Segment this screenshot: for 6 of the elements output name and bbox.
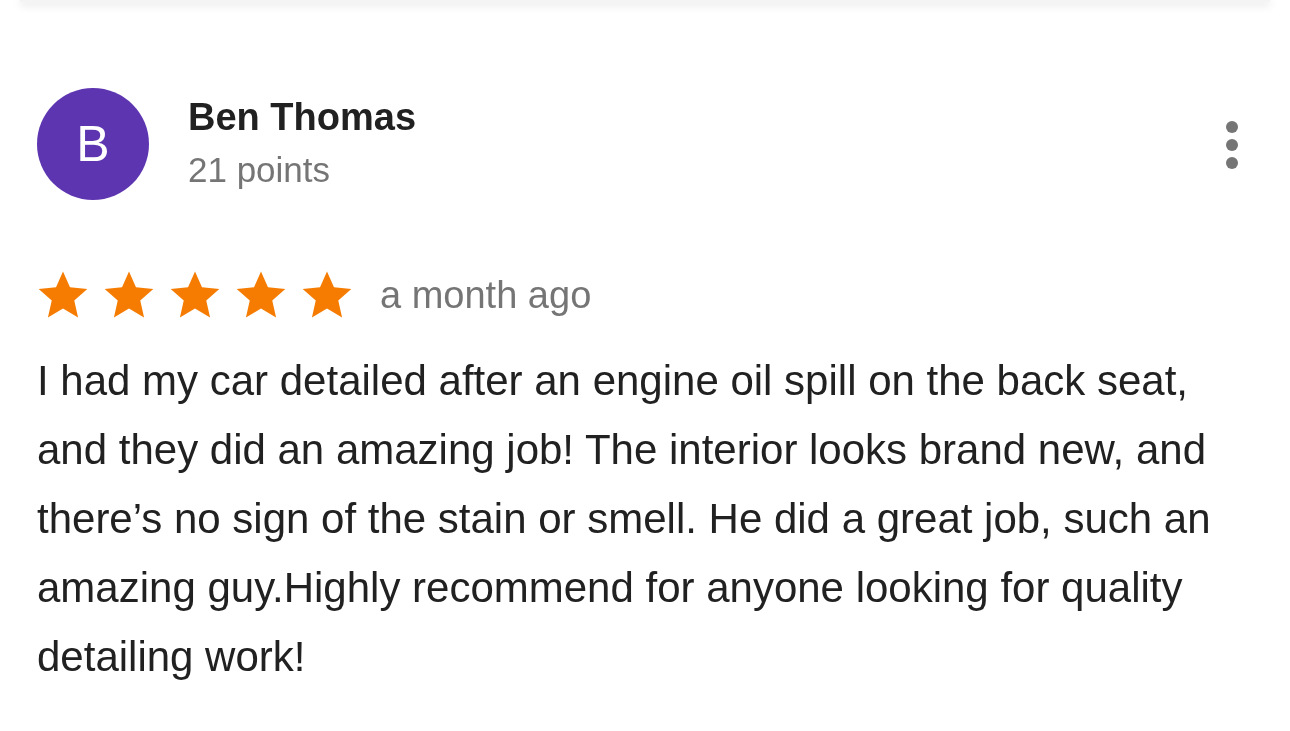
review-time: a month ago [380,273,592,317]
avatar: B [37,88,149,200]
review-text: I had my car detailed after an engine oil spill on the back seat, and they did an amazing job! The interior looks brand new, and there’s no sign of the stain or smell. He did a great job, such an amazing guy.Highly recommend for anyone looking for quality detailing work! [37,356,1212,682]
author-name: Ben Thomas [188,95,418,140]
author-points: 21 points [188,149,332,191]
more-options-icon[interactable] [1225,120,1239,170]
